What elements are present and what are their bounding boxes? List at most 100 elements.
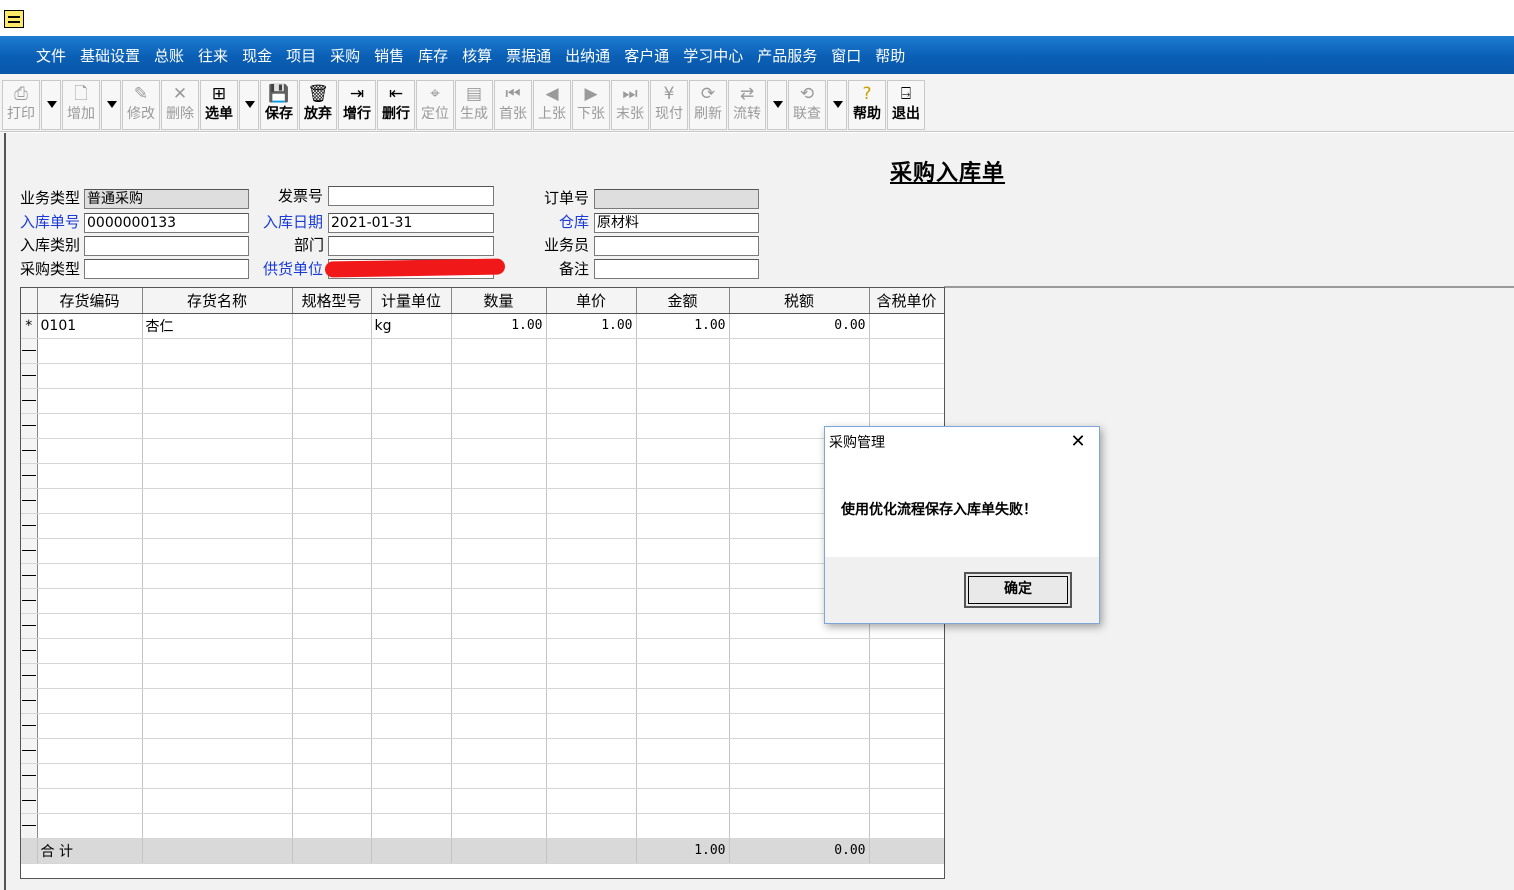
grid-cell[interactable] — [636, 513, 730, 539]
grid-cell[interactable] — [292, 663, 372, 689]
col-tax[interactable]: 税额 — [729, 288, 870, 314]
col-item-name[interactable]: 存货名称 — [142, 288, 293, 314]
table-row[interactable] — [21, 388, 944, 414]
grid-cell[interactable] — [292, 763, 372, 789]
grid-cell[interactable] — [371, 438, 452, 464]
edit-button[interactable]: ✎ 修改 — [122, 79, 160, 130]
table-row[interactable] — [21, 713, 944, 739]
table-row[interactable] — [21, 438, 944, 464]
pay-now-button[interactable]: ¥ 现付 — [650, 79, 688, 130]
grid-cell[interactable] — [142, 513, 293, 539]
grid-cell[interactable] — [869, 663, 944, 689]
grid-cell[interactable] — [451, 688, 547, 714]
table-row[interactable] — [21, 763, 944, 789]
table-row[interactable] — [21, 788, 944, 814]
grid-cell[interactable] — [292, 513, 372, 539]
grid-cell[interactable] — [371, 663, 452, 689]
table-row[interactable] — [21, 688, 944, 714]
grid-cell[interactable] — [142, 663, 293, 689]
cell-item-code[interactable]: 0101 — [37, 313, 143, 339]
grid-cell[interactable] — [869, 738, 944, 764]
grid-cell[interactable] — [546, 688, 637, 714]
grid-cell[interactable] — [292, 538, 372, 564]
grid-cell[interactable] — [292, 488, 372, 514]
grid-cell[interactable] — [636, 463, 730, 489]
grid-cell[interactable] — [142, 713, 293, 739]
table-row[interactable] — [21, 488, 944, 514]
grid-cell[interactable] — [142, 788, 293, 814]
grid-cell[interactable] — [636, 788, 730, 814]
cell-spec[interactable] — [292, 313, 372, 339]
grid-cell[interactable] — [142, 413, 293, 439]
grid-cell[interactable] — [292, 338, 372, 364]
grid-cell[interactable] — [37, 713, 143, 739]
grid-cell[interactable] — [636, 413, 730, 439]
grid-cell[interactable] — [636, 488, 730, 514]
grid-cell[interactable] — [142, 813, 293, 839]
grid-cell[interactable] — [371, 338, 452, 364]
table-row[interactable] — [21, 638, 944, 664]
refresh-button[interactable]: ⟳ 刷新 — [689, 79, 727, 130]
grid-cell[interactable] — [869, 338, 944, 364]
menu-purchase[interactable]: 采购 — [330, 45, 360, 66]
remark-field[interactable] — [594, 259, 759, 279]
menu-cash[interactable]: 现金 — [242, 45, 272, 66]
grid-cell[interactable] — [371, 463, 452, 489]
grid-cell[interactable] — [546, 813, 637, 839]
grid-cell[interactable] — [729, 713, 870, 739]
grid-cell[interactable] — [869, 638, 944, 664]
grid-cell[interactable] — [636, 588, 730, 614]
grid-cell[interactable] — [142, 338, 293, 364]
print-button[interactable]: ⎙ 打印 — [2, 79, 40, 130]
grid-cell[interactable] — [546, 788, 637, 814]
grid-cell[interactable] — [37, 538, 143, 564]
grid-cell[interactable] — [451, 538, 547, 564]
grid-cell[interactable] — [37, 338, 143, 364]
grid-cell[interactable] — [37, 488, 143, 514]
select-button[interactable]: ⊞ 选单 — [200, 79, 238, 130]
grid-cell[interactable] — [37, 413, 143, 439]
grid-cell[interactable] — [546, 488, 637, 514]
receipt-no-field[interactable]: 0000000133 — [84, 213, 249, 233]
order-no-field[interactable] — [594, 189, 759, 209]
grid-cell[interactable] — [371, 813, 452, 839]
menu-costing[interactable]: 核算 — [462, 45, 492, 66]
grid-cell[interactable] — [729, 388, 870, 414]
table-row[interactable] — [21, 363, 944, 389]
grid-cell[interactable] — [37, 363, 143, 389]
grid-cell[interactable] — [636, 538, 730, 564]
grid-cell[interactable] — [636, 713, 730, 739]
table-row[interactable] — [21, 738, 944, 764]
save-button[interactable]: 💾 保存 — [260, 79, 298, 130]
table-row[interactable]: * 0101 杏仁 kg 1.00 1.00 1.00 0.00 — [21, 313, 944, 339]
col-unit-price[interactable]: 单价 — [546, 288, 637, 314]
grid-cell[interactable] — [371, 738, 452, 764]
table-row[interactable] — [21, 338, 944, 364]
grid-cell[interactable] — [371, 388, 452, 414]
grid-cell[interactable] — [729, 738, 870, 764]
grid-cell[interactable] — [729, 638, 870, 664]
cell-tax-inclusive-price[interactable] — [869, 313, 944, 339]
grid-cell[interactable] — [451, 763, 547, 789]
grid-cell[interactable] — [729, 813, 870, 839]
grid-cell[interactable] — [142, 638, 293, 664]
add-button[interactable]: 🗋 增加 — [62, 79, 100, 130]
grid-cell[interactable] — [37, 638, 143, 664]
grid-cell[interactable] — [451, 613, 547, 639]
col-item-code[interactable]: 存货编码 — [37, 288, 143, 314]
grid-cell[interactable] — [371, 763, 452, 789]
exit-button[interactable]: ⍈ 退出 — [887, 79, 925, 130]
grid-cell[interactable] — [546, 588, 637, 614]
discard-button[interactable]: 🗑 放弃 — [299, 79, 337, 130]
grid-cell[interactable] — [636, 563, 730, 589]
grid-cell[interactable] — [142, 563, 293, 589]
grid-cell[interactable] — [636, 338, 730, 364]
grid-cell[interactable] — [37, 663, 143, 689]
grid-cell[interactable] — [292, 738, 372, 764]
grid-cell[interactable] — [142, 488, 293, 514]
table-row[interactable] — [21, 463, 944, 489]
grid-cell[interactable] — [451, 363, 547, 389]
menu-sales[interactable]: 销售 — [374, 45, 404, 66]
menu-project[interactable]: 项目 — [286, 45, 316, 66]
grid-cell[interactable] — [371, 713, 452, 739]
